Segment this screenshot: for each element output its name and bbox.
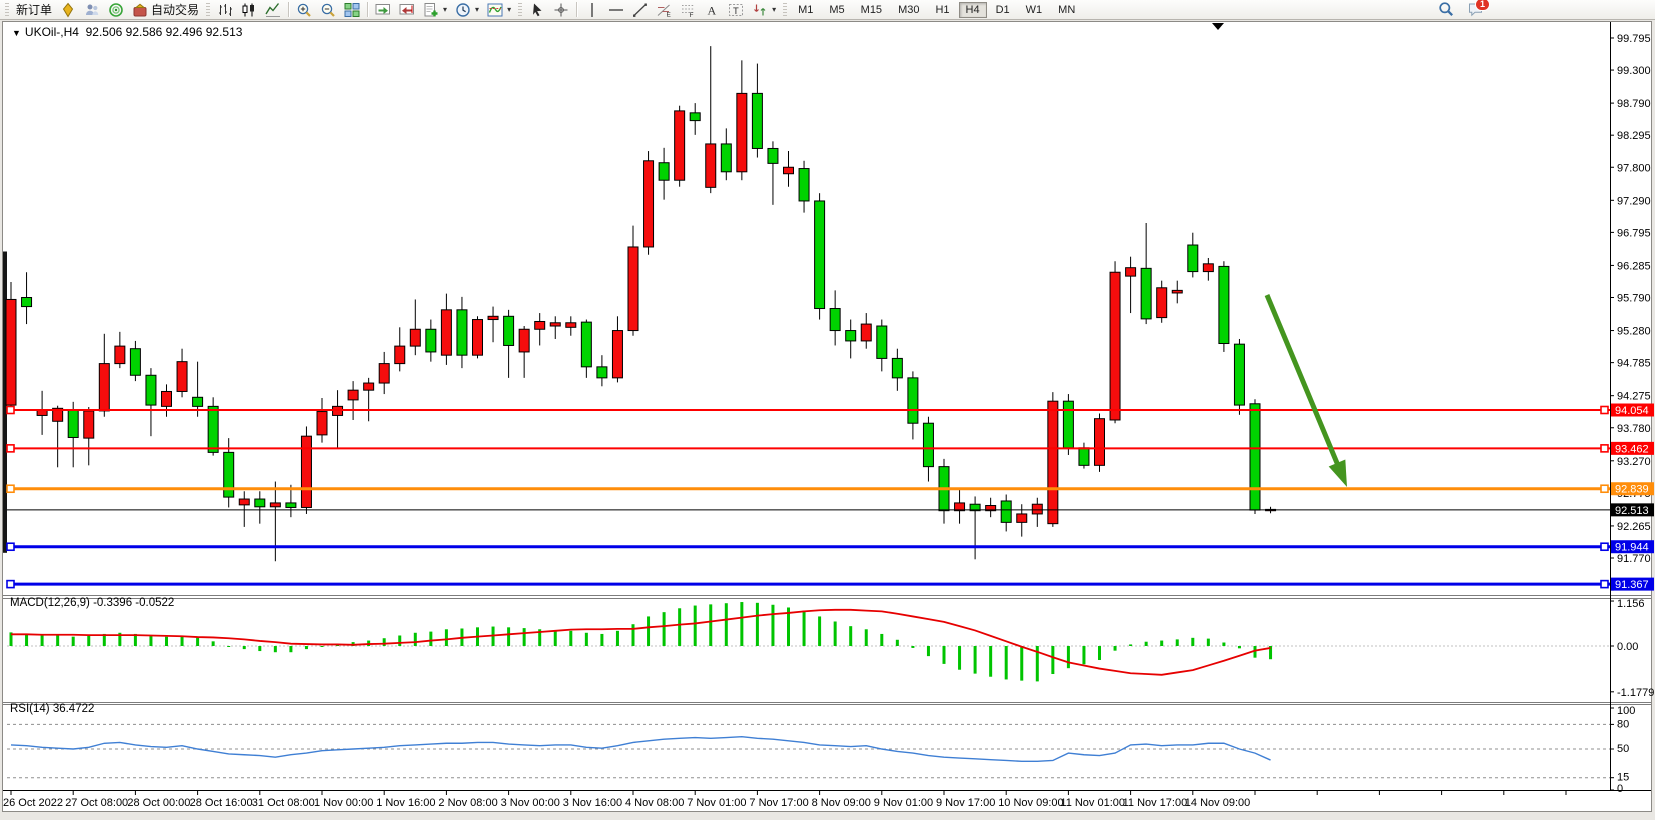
chart-shift-icon[interactable] [395,0,419,20]
equidistant-channel-tool-icon[interactable]: E [652,0,676,20]
new-order-button[interactable]: 新订单 [12,0,56,20]
new-order-label: 新订单 [16,1,52,18]
zoom-out-icon[interactable] [316,0,340,20]
svg-text:E: E [667,11,672,18]
gold-seal-icon[interactable] [56,0,80,20]
svg-text:A: A [708,3,717,17]
new-chart-button[interactable]: ▾ [419,0,451,20]
main-toolbar: 新订单 自动交易 ▾ ▾ ▾ E F A T ▾ M1M5M15M30H1H4D… [0,0,1655,20]
tab-timeframe-M1[interactable]: M1 [791,2,820,18]
tab-timeframe-H1[interactable]: H1 [928,2,956,18]
tile-windows-icon[interactable] [340,0,364,20]
chart-symbol: UKOil-,H4 [25,25,79,39]
new-chart-icon [423,2,439,18]
toolbar-drag-handle[interactable] [206,3,210,17]
vertical-line-tool-icon[interactable] [580,0,604,20]
svg-text:T: T [733,6,739,17]
svg-text:F: F [690,12,694,18]
toolbar-drag-handle[interactable] [518,3,522,17]
auto-scroll-icon[interactable] [371,0,395,20]
line-chart-icon[interactable] [261,0,285,20]
tab-timeframe-M5[interactable]: M5 [822,2,851,18]
horizontal-line-tool-icon[interactable] [604,0,628,20]
text-tool-icon[interactable]: A [700,0,724,20]
indicators-icon [487,2,503,18]
crosshair-tool-icon[interactable] [549,0,573,20]
search-icon[interactable] [1438,1,1454,22]
cursor-tool-icon[interactable] [525,0,549,20]
periods-button[interactable]: ▾ [451,0,483,20]
trading-terminal: { "toolbar": { "new_order_label": "新订单",… [0,0,1655,820]
window-bottom-edge [0,812,1655,820]
chat-button[interactable]: 1 [1468,1,1484,22]
clock-icon [455,2,471,18]
arrows-tool-icon [752,2,768,18]
bar-chart-icon[interactable] [213,0,237,20]
timeframe-bar: M1M5M15M30H1H4D1W1MN [790,2,1083,18]
tab-timeframe-W1[interactable]: W1 [1019,2,1050,18]
signals-icon[interactable] [104,0,128,20]
toolbar-drag-handle[interactable] [5,3,9,17]
tab-timeframe-M30[interactable]: M30 [891,2,926,18]
tab-timeframe-D1[interactable]: D1 [989,2,1017,18]
autotrading-icon [132,2,148,18]
chart-quotes: 92.506 92.586 92.496 92.513 [86,25,243,39]
chat-unread-badge: 1 [1475,0,1490,11]
zoom-in-icon[interactable] [292,0,316,20]
macd-indicator-label: MACD(12,26,9) -0.3396 -0.0522 [10,597,174,609]
fibonacci-tool-icon[interactable]: F [676,0,700,20]
arrows-tool-button[interactable]: ▾ [748,0,780,20]
candlestick-chart-icon[interactable] [237,0,261,20]
tab-timeframe-MN[interactable]: MN [1051,2,1082,18]
indicators-button[interactable]: ▾ [483,0,515,20]
toolbar-drag-handle[interactable] [783,3,787,17]
trendline-tool-icon[interactable] [628,0,652,20]
autotrading-label: 自动交易 [151,1,199,18]
text-label-tool-icon[interactable]: T [724,0,748,20]
one-click-collapse-icon[interactable]: ▼ [12,28,21,38]
chart-window[interactable] [2,21,1652,812]
contacts-icon[interactable] [80,0,104,20]
rsi-indicator-label: RSI(14) 36.4722 [10,703,94,715]
tab-timeframe-M15[interactable]: M15 [854,2,889,18]
chart-title: ▼ UKOil-,H4 92.506 92.586 92.496 92.513 [12,25,242,39]
autotrading-button[interactable]: 自动交易 [128,0,203,20]
tab-timeframe-H4[interactable]: H4 [959,2,987,18]
